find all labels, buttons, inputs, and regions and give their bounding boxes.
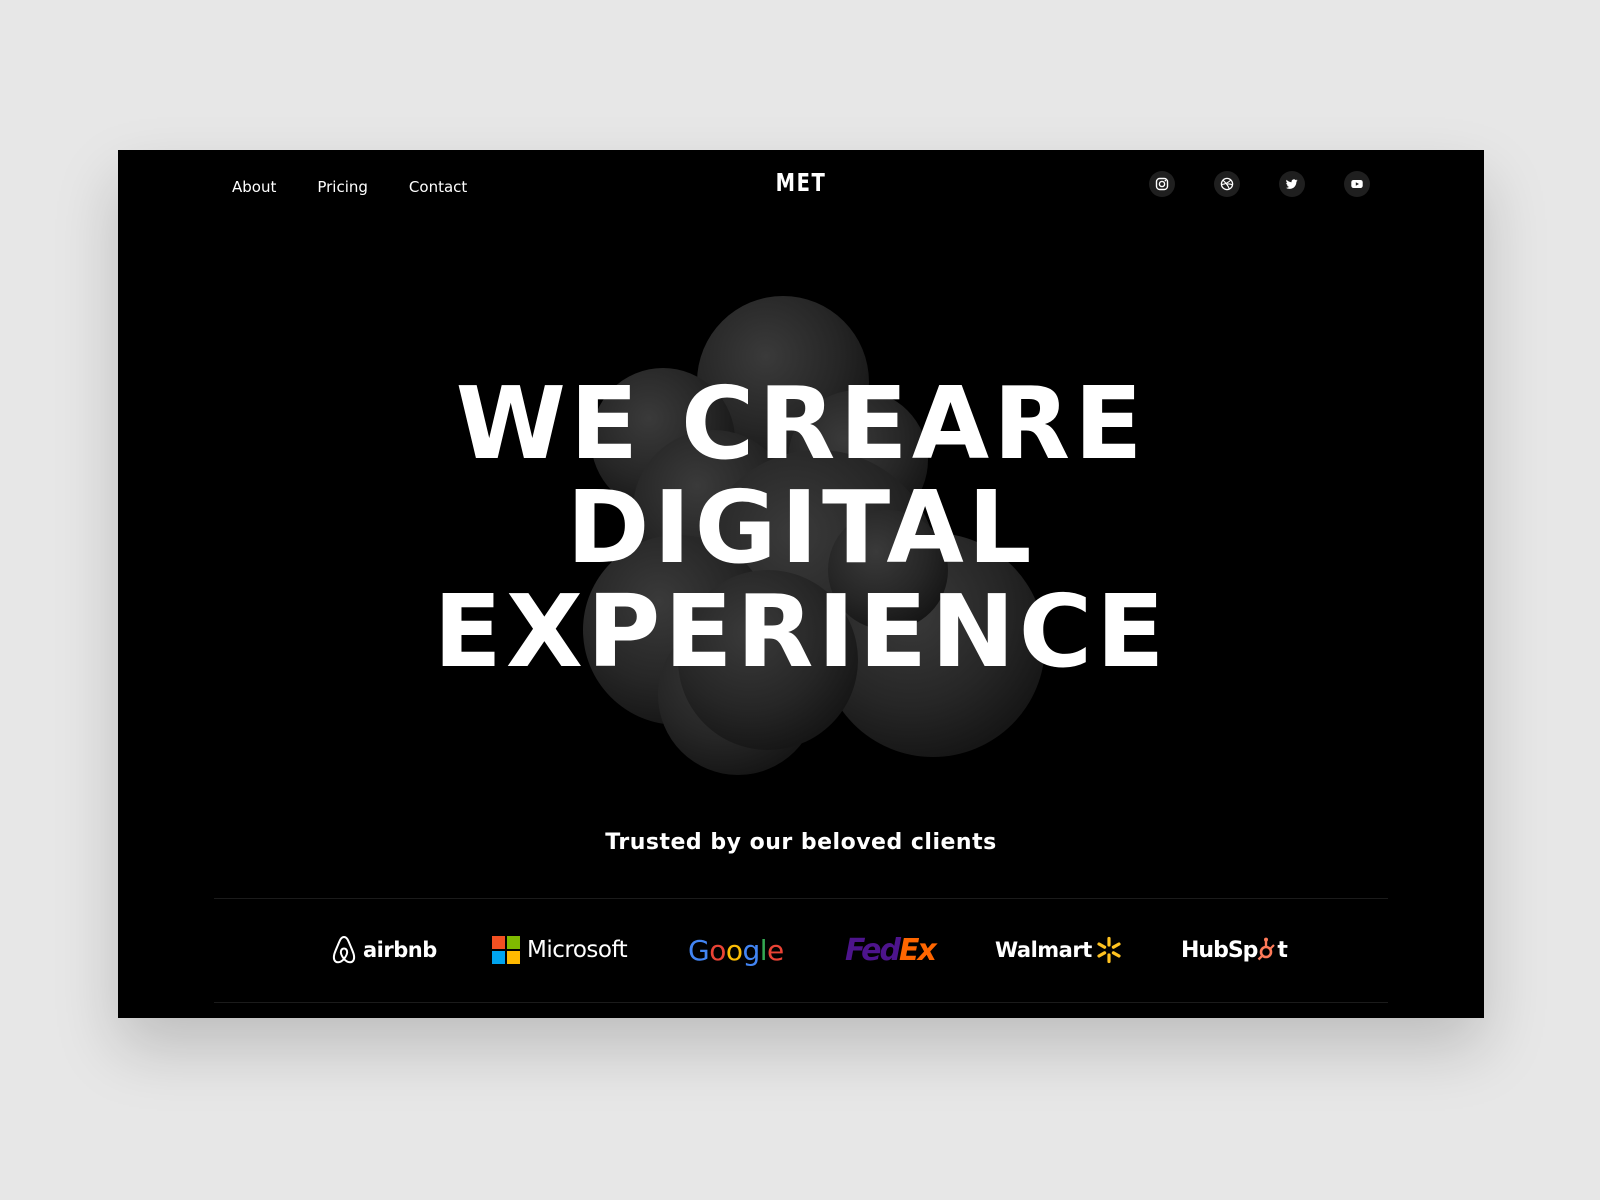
divider (214, 1002, 1388, 1003)
hero-headline: WE CREARE DIGITAL EXPERIENCE (118, 372, 1484, 684)
walmart-wordmark: Walmart (995, 938, 1092, 962)
dribbble-icon (1220, 177, 1234, 191)
fedex-ex: Ex (899, 932, 937, 968)
google-letter: g (742, 933, 760, 967)
client-logo-walmart: Walmart (995, 920, 1123, 980)
google-letter: G (688, 933, 710, 967)
instagram-button[interactable] (1149, 171, 1175, 197)
hubspot-sprocket-icon (1258, 937, 1276, 961)
twitter-icon (1285, 179, 1298, 189)
hubspot-text-start: HubSp (1181, 938, 1258, 963)
client-logos: airbnb Microsoft Google FedEx Walmart Hu… (118, 920, 1484, 980)
google-letter: e (767, 933, 784, 967)
twitter-button[interactable] (1279, 171, 1305, 197)
clients-heading: Trusted by our beloved clients (605, 830, 997, 855)
microsoft-wordmark: Microsoft (527, 937, 628, 963)
hero-line-3: EXPERIENCE (433, 573, 1169, 690)
youtube-icon (1351, 180, 1363, 188)
client-logo-hubspot: HubSp t (1181, 920, 1288, 980)
divider (214, 898, 1388, 899)
dribbble-button[interactable] (1214, 171, 1240, 197)
client-logo-google: Google (688, 920, 784, 980)
airbnb-wordmark: airbnb (363, 938, 437, 962)
microsoft-icon (492, 936, 520, 964)
client-logo-microsoft: Microsoft (492, 920, 628, 980)
google-letter: o (725, 933, 743, 967)
hubspot-wordmark: HubSp t (1181, 937, 1288, 963)
youtube-button[interactable] (1344, 171, 1370, 197)
airbnb-icon (332, 936, 356, 964)
client-logo-fedex: FedEx (845, 920, 937, 980)
hubspot-text-end: t (1277, 938, 1287, 963)
fedex-fed: Fed (845, 932, 901, 968)
hero-line-2: DIGITAL (566, 469, 1036, 586)
landing-page: About Pricing Contact MET WE CREARE DIGI… (118, 150, 1484, 1018)
google-letter: l (759, 933, 768, 967)
social-links (1149, 171, 1370, 197)
client-logo-airbnb: airbnb (331, 920, 437, 980)
instagram-icon (1155, 177, 1169, 191)
fedex-wordmark: FedEx (845, 932, 937, 968)
google-wordmark: Google (688, 934, 784, 967)
hero-line-1: WE CREARE (455, 365, 1147, 482)
walmart-spark-icon (1097, 936, 1121, 964)
google-letter: o (709, 933, 726, 967)
